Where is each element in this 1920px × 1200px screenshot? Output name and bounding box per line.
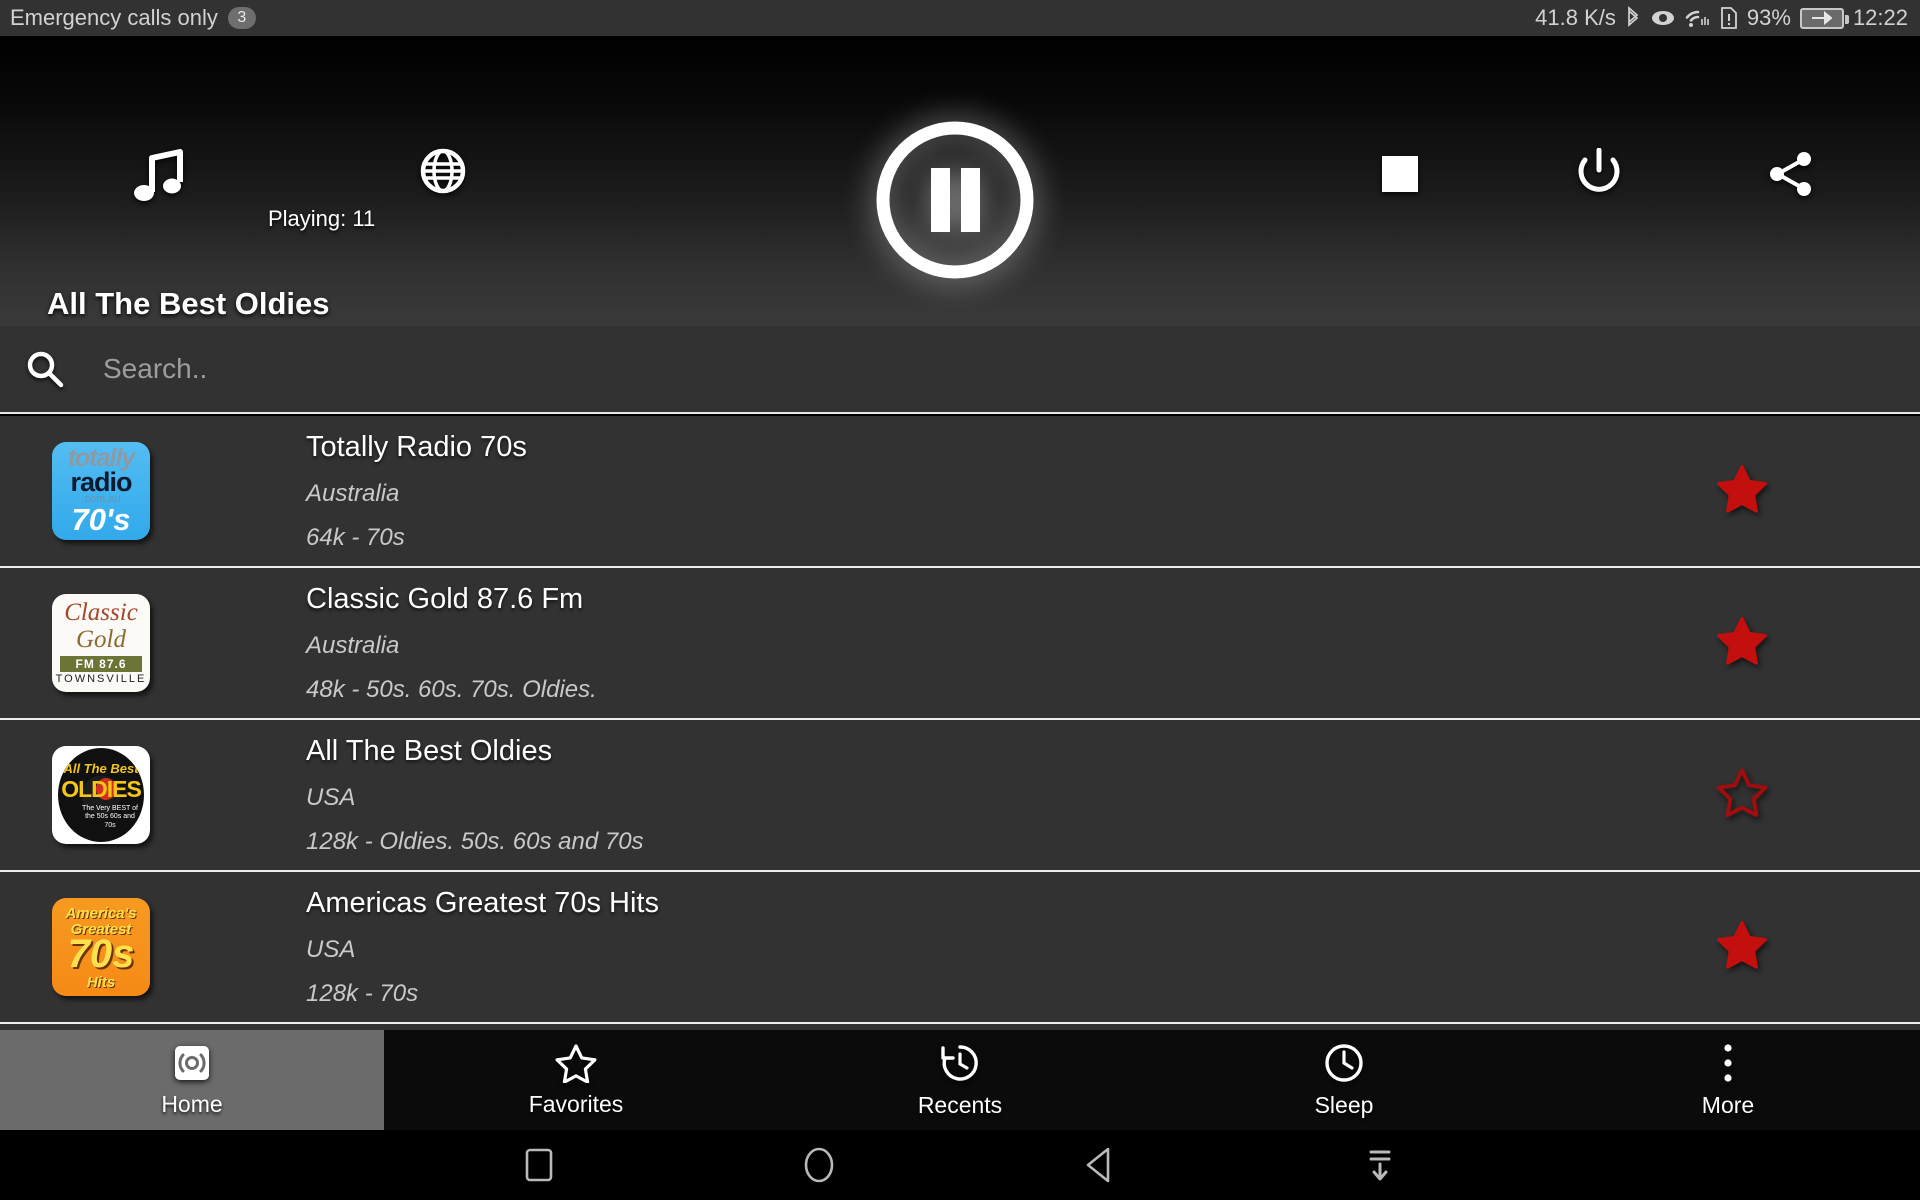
share-icon <box>1770 152 1811 196</box>
star-filled-icon <box>1717 921 1767 969</box>
station-name: Americas Greatest 70s Hits <box>306 886 659 919</box>
favorite-toggle[interactable] <box>1716 768 1768 823</box>
stop-button[interactable] <box>1382 156 1418 192</box>
battery-percentage-label: 93% <box>1746 5 1791 30</box>
table-row[interactable]: All The Best OLDIES The Very BEST of the… <box>0 720 1920 872</box>
bluetooth-icon <box>1625 6 1641 30</box>
star-filled-icon <box>1717 617 1767 665</box>
broadcast-icon <box>175 1045 209 1080</box>
station-info: Americas Greatest 70s Hits USA 128k - 70… <box>306 886 659 1007</box>
history-icon <box>941 1044 978 1081</box>
station-bitrate: 128k - Oldies. 50s. 60s and 70s <box>306 827 644 855</box>
station-list[interactable]: totally radio .com.au 70's Totally Radio… <box>0 416 1920 1030</box>
station-country: Australia <box>306 631 400 659</box>
search-icon <box>25 349 65 389</box>
logo-text-2: radio <box>70 467 132 497</box>
more-vertical-icon <box>1724 1043 1732 1082</box>
table-row[interactable]: Classic Gold FM 87.6 TOWNSVILLE Classic … <box>0 568 1920 720</box>
station-name: All The Best Oldies <box>306 734 553 767</box>
network-speed-label: 41.8 K/s <box>1535 5 1616 30</box>
android-system-nav <box>0 1130 1920 1200</box>
table-row[interactable]: totally radio .com.au 70's Totally Radio… <box>0 416 1920 568</box>
station-logo: totally radio .com.au 70's <box>52 442 150 540</box>
pause-icon <box>876 121 1034 279</box>
nav-label-recents: Recents <box>917 1091 1003 1118</box>
station-bitrate: 64k - 70s <box>306 523 405 551</box>
recents-square-icon[interactable] <box>523 1146 555 1184</box>
nav-tab-sleep[interactable]: Sleep <box>1152 1030 1536 1130</box>
share-button[interactable] <box>1768 151 1814 197</box>
stop-icon <box>1382 156 1418 192</box>
battery-charging-icon <box>1799 7 1849 29</box>
star-outline-icon <box>555 1043 597 1083</box>
station-logo: All The Best OLDIES The Very BEST of the… <box>52 746 150 844</box>
nav-tab-recents[interactable]: Recents <box>768 1030 1152 1130</box>
favorite-toggle[interactable] <box>1716 616 1768 671</box>
clock-label: 12:22 <box>1852 5 1908 30</box>
music-note-icon <box>134 149 183 201</box>
nav-label-home: Home <box>161 1090 223 1117</box>
logo-text-1: All The Best <box>63 761 139 776</box>
nav-label-sleep: Sleep <box>1314 1091 1374 1118</box>
clock-icon <box>1325 1043 1363 1082</box>
nav-label-favorites: Favorites <box>528 1090 624 1117</box>
favorite-toggle[interactable] <box>1716 464 1768 519</box>
logo-text-3: The Very BEST of the 50s 60s and 70s <box>82 804 138 829</box>
station-name: Classic Gold 87.6 Fm <box>306 582 584 615</box>
nav-tab-favorites[interactable]: Favorites <box>384 1030 768 1130</box>
power-icon <box>1578 148 1620 192</box>
station-logo: America's Greatest 70s Hits <box>52 898 150 996</box>
table-row[interactable]: America's Greatest 70s Hits Americas Gre… <box>0 872 1920 1024</box>
vinyl-record-icon: All The Best OLDIES The Very BEST of the… <box>58 748 144 842</box>
eye-icon <box>1650 6 1676 30</box>
logo-text-3: Hits <box>86 974 116 991</box>
music-library-button[interactable] <box>132 148 184 204</box>
station-name: Totally Radio 70s <box>306 430 527 463</box>
logo-text-1: Classic <box>64 599 138 626</box>
favorite-toggle[interactable] <box>1716 920 1768 975</box>
star-outline-icon <box>1716 768 1768 818</box>
hide-keyboard-icon[interactable] <box>1363 1145 1397 1185</box>
status-bar-right: 41.8 K/s 93% 12:22 <box>1535 5 1908 31</box>
carrier-label: Emergency calls only <box>10 5 218 30</box>
station-info: Totally Radio 70s Australia 64k - 70s <box>306 430 527 551</box>
wifi-icon <box>1685 6 1711 30</box>
station-country: USA <box>306 935 356 963</box>
star-filled-icon <box>1717 465 1767 513</box>
logo-text-3: FM 87.6 <box>60 656 142 672</box>
pause-button[interactable] <box>869 114 1041 286</box>
player-header: Playing: 11 All The Best Oldies <box>0 36 1920 326</box>
now-playing-title: All The Best Oldies <box>47 286 330 321</box>
back-triangle-icon[interactable] <box>1082 1145 1116 1185</box>
logo-text-4: 70's <box>71 502 131 537</box>
logo-text-2: 70s <box>67 932 135 976</box>
notification-count-badge: 3 <box>227 7 256 29</box>
sim-alert-icon <box>1720 6 1738 30</box>
bottom-navigation: Home Favorites Recents Sleep More <box>0 1030 1920 1130</box>
status-bar-left: Emergency calls only 3 <box>10 5 256 31</box>
home-circle-icon[interactable] <box>802 1145 836 1185</box>
nav-tab-home[interactable]: Home <box>0 1030 384 1130</box>
logo-text-4: TOWNSVILLE <box>55 673 147 685</box>
browse-stations-button[interactable] <box>420 148 466 194</box>
station-info: All The Best Oldies USA 128k - Oldies. 5… <box>306 734 644 855</box>
search-input[interactable] <box>103 353 1920 385</box>
station-country: USA <box>306 783 356 811</box>
station-bitrate: 48k - 50s. 60s. 70s. Oldies. <box>306 675 597 703</box>
logo-text-2: Gold <box>76 626 126 653</box>
playing-count-label: Playing: 11 <box>268 206 376 231</box>
globe-icon <box>420 148 466 194</box>
station-country: Australia <box>306 479 400 507</box>
nav-tab-more[interactable]: More <box>1536 1030 1920 1130</box>
nav-label-more: More <box>1701 1091 1755 1118</box>
station-bitrate: 128k - 70s <box>306 979 419 1007</box>
logo-text-2: OLDIES <box>61 776 142 802</box>
status-bar: Emergency calls only 3 41.8 K/s 93% 12:2… <box>0 0 1920 36</box>
search-bar[interactable] <box>0 326 1920 414</box>
power-button[interactable] <box>1575 148 1623 198</box>
station-logo: Classic Gold FM 87.6 TOWNSVILLE <box>52 594 150 692</box>
station-info: Classic Gold 87.6 Fm Australia 48k - 50s… <box>306 582 597 703</box>
